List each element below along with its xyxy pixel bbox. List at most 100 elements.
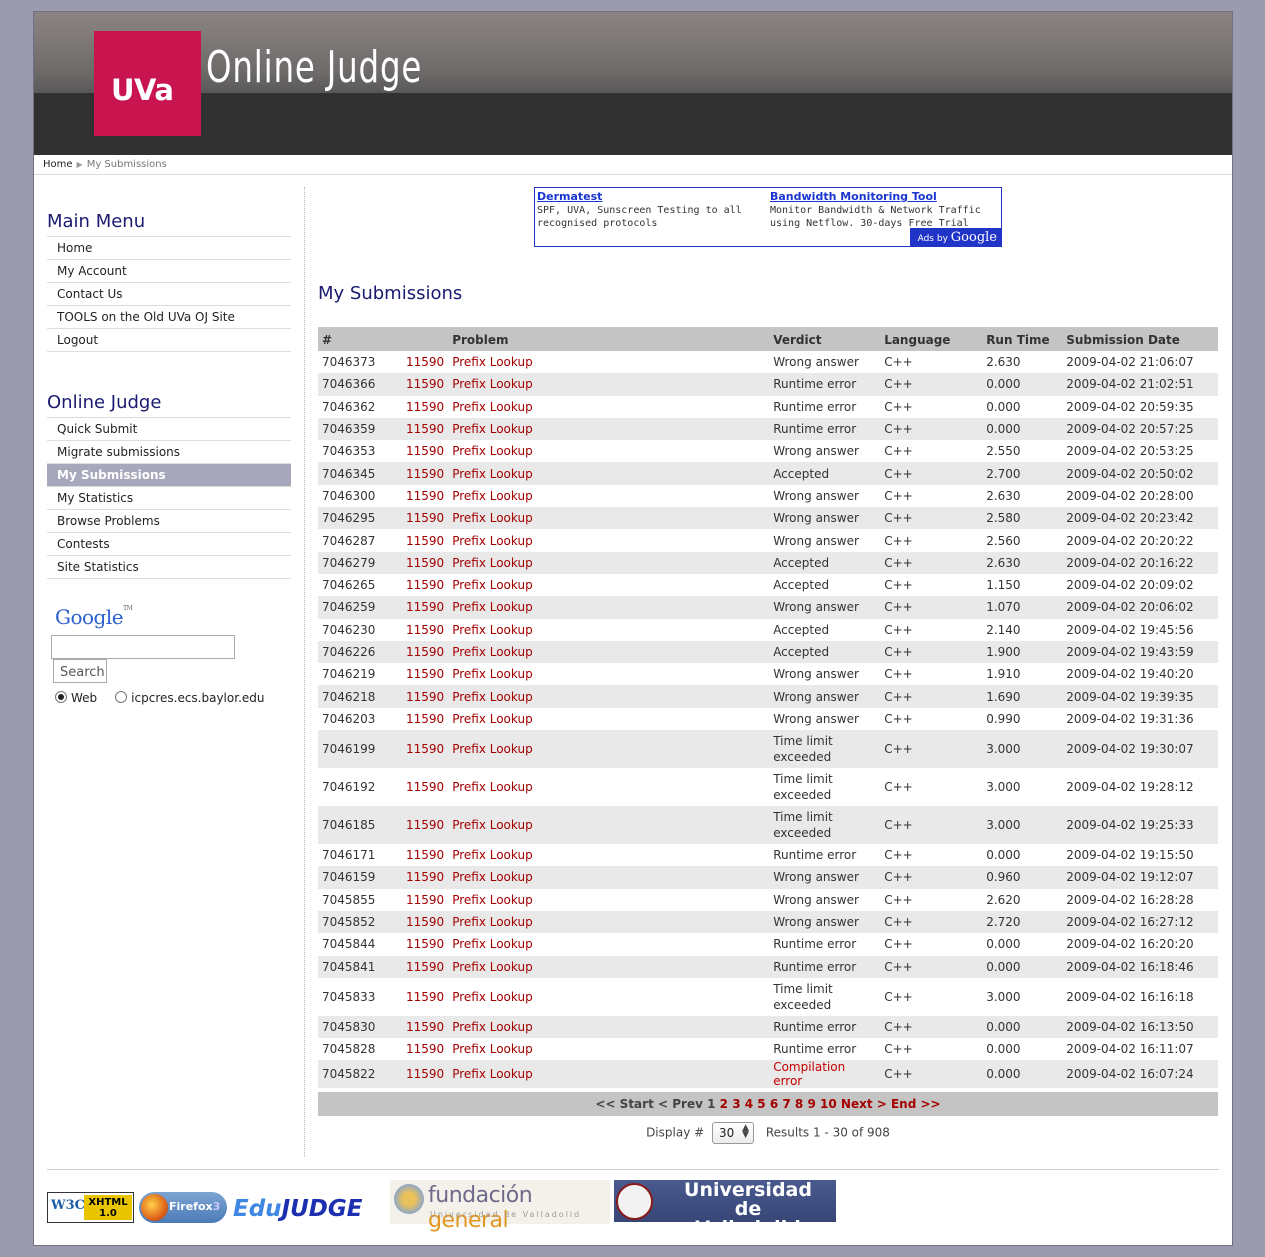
problem-title-link[interactable]: Prefix Lookup — [448, 806, 770, 845]
problem-title-link[interactable]: Prefix Lookup — [448, 730, 770, 769]
problem-title-link[interactable]: Prefix Lookup — [448, 1015, 770, 1039]
menu-item-logout[interactable]: Logout — [47, 329, 291, 352]
pager-page-2[interactable]: 2 — [720, 1097, 728, 1111]
problem-title-link[interactable]: Prefix Lookup — [448, 484, 770, 508]
col-header-verdict[interactable]: Verdict — [769, 327, 881, 351]
problem-title-link[interactable]: Prefix Lookup — [448, 462, 770, 485]
problem-title-link[interactable]: Prefix Lookup — [448, 707, 770, 731]
problem-title-link[interactable]: Prefix Lookup — [448, 1060, 770, 1089]
menu-item-my-statistics[interactable]: My Statistics — [47, 487, 291, 510]
problem-id-link[interactable]: 11590 — [402, 640, 449, 664]
pager-page-3[interactable]: 3 — [732, 1097, 740, 1111]
problem-title-link[interactable]: Prefix Lookup — [448, 977, 770, 1016]
pager-page-8[interactable]: 8 — [795, 1097, 803, 1111]
problem-title-link[interactable]: Prefix Lookup — [448, 955, 770, 978]
col-header-id[interactable]: # — [318, 327, 402, 351]
problem-title-link[interactable]: Prefix Lookup — [448, 640, 770, 664]
ad-title-link[interactable]: Dermatest — [537, 190, 757, 203]
problem-id-link[interactable]: 11590 — [402, 529, 449, 552]
problem-id-link[interactable]: 11590 — [402, 1038, 449, 1061]
problem-title-link[interactable]: Prefix Lookup — [448, 573, 770, 597]
edujudge-logo[interactable]: EduJUDGE — [233, 1196, 385, 1224]
pager-end[interactable]: End >> — [891, 1097, 941, 1111]
problem-title-link[interactable]: Prefix Lookup — [448, 440, 770, 463]
menu-item-migrate-submissions[interactable]: Migrate submissions — [47, 441, 291, 464]
problem-id-link[interactable]: 11590 — [402, 484, 449, 508]
pager-prev[interactable]: < Prev — [658, 1097, 703, 1111]
menu-item-quick-submit[interactable]: Quick Submit — [47, 418, 291, 441]
problem-id-link[interactable]: 11590 — [402, 955, 449, 978]
pager-page-10[interactable]: 10 — [820, 1097, 837, 1111]
problem-title-link[interactable]: Prefix Lookup — [448, 618, 770, 641]
problem-title-link[interactable]: Prefix Lookup — [448, 1038, 770, 1061]
problem-title-link[interactable]: Prefix Lookup — [448, 866, 770, 889]
problem-id-link[interactable]: 11590 — [402, 417, 449, 441]
col-header-run-time[interactable]: Run Time — [982, 327, 1063, 351]
problem-title-link[interactable]: Prefix Lookup — [448, 596, 770, 619]
problem-title-link[interactable]: Prefix Lookup — [448, 910, 770, 934]
problem-id-link[interactable]: 11590 — [402, 888, 449, 911]
menu-item-tools[interactable]: TOOLS on the Old UVa OJ Site — [47, 306, 291, 329]
problem-title-link[interactable]: Prefix Lookup — [448, 507, 770, 530]
menu-item-my-submissions[interactable]: My Submissions — [47, 464, 291, 487]
menu-item-home[interactable]: Home — [47, 237, 291, 260]
problem-id-link[interactable]: 11590 — [402, 685, 449, 708]
uva-logo[interactable]: UVa — [94, 31, 201, 136]
firefox-badge[interactable]: Firefox3 — [139, 1192, 227, 1223]
problem-id-link[interactable]: 11590 — [402, 866, 449, 889]
problem-title-link[interactable]: Prefix Lookup — [448, 417, 770, 441]
problem-id-link[interactable]: 11590 — [402, 507, 449, 530]
menu-item-contests[interactable]: Contests — [47, 533, 291, 556]
ads-by-google-badge[interactable]: Ads by Google — [909, 228, 1001, 246]
problem-id-link[interactable]: 11590 — [402, 933, 449, 956]
google-search-input[interactable] — [51, 635, 235, 659]
problem-id-link[interactable]: 11590 — [402, 910, 449, 934]
menu-item-my-account[interactable]: My Account — [47, 260, 291, 283]
breadcrumb-home[interactable]: Home — [43, 159, 73, 170]
w3c-xhtml-badge[interactable]: W3C XHTML 1.0 — [47, 1192, 134, 1223]
problem-title-link[interactable]: Prefix Lookup — [448, 844, 770, 867]
universidad-valladolid-logo[interactable]: Universidad de Valladolid — [614, 1180, 836, 1238]
problem-id-link[interactable]: 11590 — [402, 1015, 449, 1039]
pager-start[interactable]: << Start — [595, 1097, 653, 1111]
pager-page-9[interactable]: 9 — [807, 1097, 815, 1111]
problem-title-link[interactable]: Prefix Lookup — [448, 888, 770, 911]
problem-id-link[interactable]: 11590 — [402, 395, 449, 418]
problem-id-link[interactable]: 11590 — [402, 551, 449, 574]
menu-item-browse-problems[interactable]: Browse Problems — [47, 510, 291, 533]
col-header-problem[interactable]: Problem — [448, 327, 770, 351]
problem-title-link[interactable]: Prefix Lookup — [448, 373, 770, 396]
display-count-select[interactable]: 30 ▲ ▼ — [712, 1122, 754, 1144]
problem-id-link[interactable]: 11590 — [402, 573, 449, 597]
problem-id-link[interactable]: 11590 — [402, 768, 449, 807]
col-header-submission-date[interactable]: Submission Date — [1062, 327, 1218, 351]
pager-page-4[interactable]: 4 — [745, 1097, 753, 1111]
problem-id-link[interactable]: 11590 — [402, 351, 449, 374]
problem-title-link[interactable]: Prefix Lookup — [448, 395, 770, 418]
problem-title-link[interactable]: Prefix Lookup — [448, 685, 770, 708]
pager-page-6[interactable]: 6 — [770, 1097, 778, 1111]
problem-title-link[interactable]: Prefix Lookup — [448, 551, 770, 574]
fundacion-general-logo[interactable]: fundación general Universidad de Vallado… — [390, 1180, 610, 1233]
problem-id-link[interactable]: 11590 — [402, 1060, 449, 1089]
pager-page-5[interactable]: 5 — [757, 1097, 765, 1111]
problem-id-link[interactable]: 11590 — [402, 373, 449, 396]
problem-id-link[interactable]: 11590 — [402, 440, 449, 463]
menu-item-site-statistics[interactable]: Site Statistics — [47, 556, 291, 579]
problem-title-link[interactable]: Prefix Lookup — [448, 768, 770, 807]
problem-id-link[interactable]: 11590 — [402, 663, 449, 686]
problem-title-link[interactable]: Prefix Lookup — [448, 663, 770, 686]
problem-id-link[interactable]: 11590 — [402, 596, 449, 619]
problem-id-link[interactable]: 11590 — [402, 707, 449, 731]
problem-id-link[interactable]: 11590 — [402, 844, 449, 867]
radio-web[interactable] — [55, 691, 67, 703]
ad-title-link[interactable]: Bandwidth Monitoring Tool — [770, 190, 990, 203]
col-header-language[interactable]: Language — [880, 327, 983, 351]
problem-id-link[interactable]: 11590 — [402, 462, 449, 485]
google-search-button[interactable]: Search — [53, 659, 107, 683]
problem-title-link[interactable]: Prefix Lookup — [448, 351, 770, 374]
problem-id-link[interactable]: 11590 — [402, 806, 449, 845]
pager-next[interactable]: Next > — [841, 1097, 887, 1111]
problem-id-link[interactable]: 11590 — [402, 977, 449, 1016]
problem-id-link[interactable]: 11590 — [402, 618, 449, 641]
